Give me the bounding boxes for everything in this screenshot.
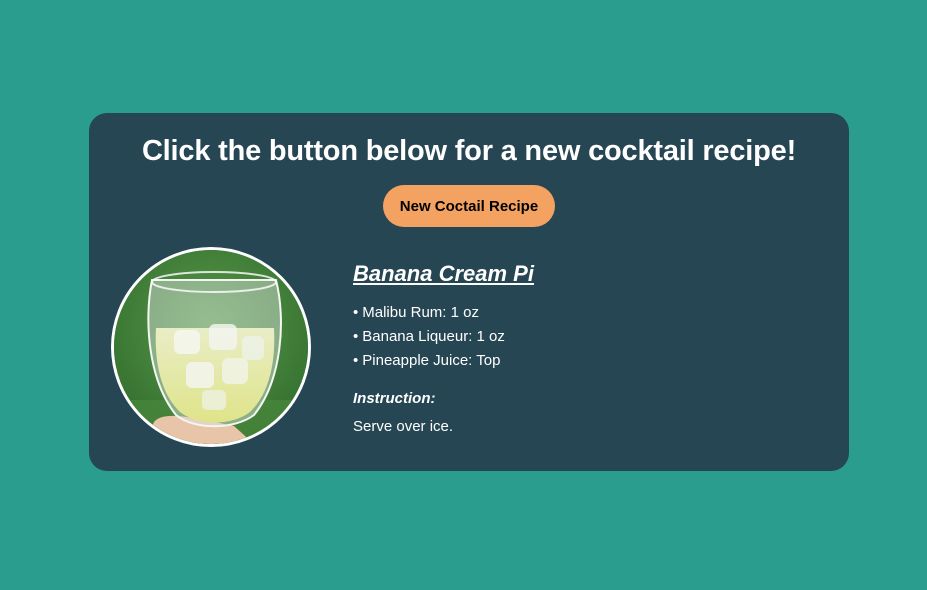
list-item: Banana Liqueur: 1 oz xyxy=(353,325,823,349)
instruction-text: Serve over ice. xyxy=(353,418,454,435)
drink-name: Banana Cream Pi xyxy=(353,261,534,286)
new-recipe-button[interactable]: New Coctail Recipe xyxy=(383,185,555,227)
instruction-label: Instruction: xyxy=(353,390,436,407)
recipe-card: Click the button below for a new cocktai… xyxy=(89,113,849,471)
list-item: Malibu Rum: 1 oz xyxy=(353,301,823,325)
ingredient-list: Malibu Rum: 1 oz Banana Liqueur: 1 oz Pi… xyxy=(353,301,823,373)
page-title: Click the button below for a new cocktai… xyxy=(141,135,797,167)
recipe-details: Banana Cream Pi Malibu Rum: 1 oz Banana … xyxy=(353,259,823,435)
list-item: Pineapple Juice: Top xyxy=(353,349,823,373)
cocktail-photo xyxy=(111,247,311,447)
